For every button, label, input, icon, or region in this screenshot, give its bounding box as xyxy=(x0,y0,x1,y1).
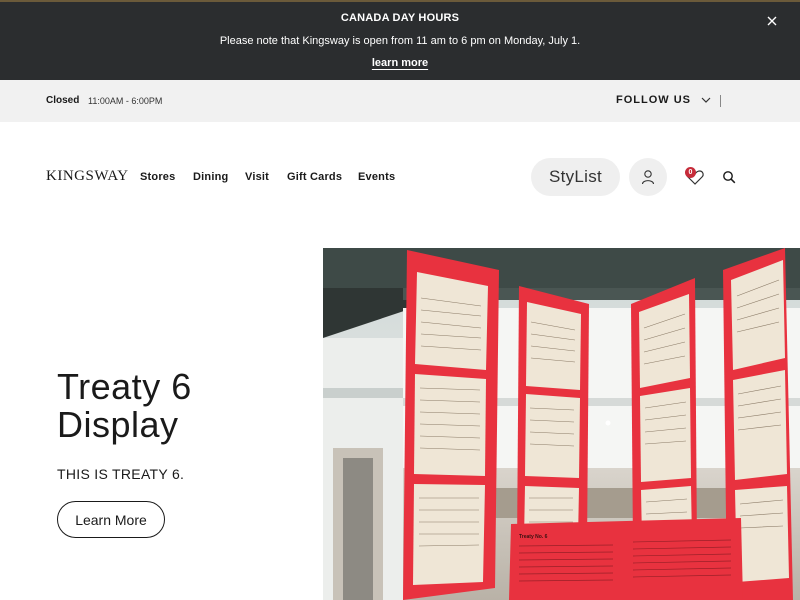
learn-more-button[interactable]: Learn More xyxy=(57,501,165,538)
hours-time: 11:00AM - 6:00PM xyxy=(88,96,163,106)
hero-title: Treaty 6 Display xyxy=(57,366,192,445)
chevron-down-icon xyxy=(701,97,711,103)
treaty-panel xyxy=(631,278,697,548)
divider xyxy=(720,95,721,107)
nav-item-visit[interactable]: Visit xyxy=(245,171,269,183)
close-icon[interactable] xyxy=(764,13,780,29)
follow-us-label: FOLLOW US xyxy=(616,94,691,106)
follow-us-dropdown[interactable]: FOLLOW US xyxy=(616,94,711,106)
nav-item-stores[interactable]: Stores xyxy=(140,171,175,183)
hours-status: Closed xyxy=(46,95,80,106)
treaty-panel xyxy=(403,250,499,600)
user-icon xyxy=(641,170,655,185)
kingsway-logo[interactable]: KINGSWAY xyxy=(46,168,129,185)
nav-item-dining[interactable]: Dining xyxy=(193,171,228,183)
search-icon[interactable] xyxy=(722,170,736,184)
banner-learn-more-link[interactable]: learn more xyxy=(372,57,428,69)
learn-more-label: Learn More xyxy=(75,511,147,528)
hero-subtitle: THIS IS TREATY 6. xyxy=(57,466,185,482)
treaty-display-photo: Treaty No. 6 xyxy=(323,248,800,600)
hours-bar: Closed 11:00AM - 6:00PM FOLLOW US xyxy=(0,80,800,122)
wishlist-count-badge: 0 xyxy=(685,167,696,178)
stylist-label: StyList xyxy=(548,167,603,186)
nav-item-events[interactable]: Events xyxy=(358,171,395,183)
banner-title: CANADA DAY HOURS xyxy=(340,12,460,24)
banner-message: Please note that Kingsway is open from 1… xyxy=(219,35,581,47)
account-button[interactable] xyxy=(629,158,667,196)
hero-image: Treaty No. 6 xyxy=(323,248,800,600)
stylist-button[interactable]: StyList xyxy=(531,158,620,196)
banner-learn-more-link-wrap: learn more xyxy=(0,57,800,69)
sign-title: Treaty No. 6 xyxy=(519,534,548,540)
announcement-banner: CANADA DAY HOURS Please note that Kingsw… xyxy=(0,0,800,80)
treaty-sign-board: Treaty No. 6 xyxy=(509,518,743,600)
nav-item-gift-cards[interactable]: Gift Cards xyxy=(287,171,342,183)
main-nav: KINGSWAY Stores Dining Visit Gift Cards … xyxy=(0,122,800,232)
treaty-panel xyxy=(517,286,589,548)
